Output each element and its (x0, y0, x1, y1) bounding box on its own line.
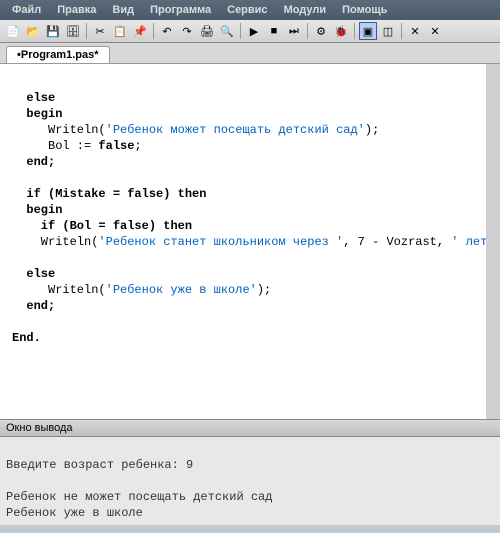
code-line: begin (12, 107, 62, 121)
output-panel: Введите возраст ребенка: 9 Ребенок не мо… (0, 437, 500, 525)
paste-icon[interactable]: 📌 (131, 22, 149, 40)
code-line: if (Mistake = false) then (12, 187, 206, 201)
run-icon[interactable]: ▶ (245, 22, 263, 40)
menu-edit[interactable]: Правка (49, 2, 104, 18)
code-line: Writeln('Ребенок может посещать детский … (12, 123, 379, 137)
step-icon[interactable]: ⏭ (285, 22, 303, 40)
separator (354, 23, 355, 39)
save-all-icon[interactable]: 🗄 (64, 22, 82, 40)
separator (307, 23, 308, 39)
menu-file[interactable]: Файл (4, 2, 49, 18)
new-file-icon[interactable]: 📄 (4, 22, 22, 40)
code-line: else (12, 91, 55, 105)
output-line: Ребенок уже в школе (6, 506, 143, 520)
code-line: end; (12, 155, 55, 169)
menu-view[interactable]: Вид (104, 2, 142, 18)
copy-icon[interactable]: 📋 (111, 22, 129, 40)
panel-icon[interactable]: ◫ (379, 22, 397, 40)
find-icon[interactable]: 🔍 (218, 22, 236, 40)
code-line: begin (12, 203, 62, 217)
open-file-icon[interactable]: 📂 (24, 22, 42, 40)
menu-service[interactable]: Сервис (219, 2, 275, 18)
code-line: Writeln('Ребенок уже в школе'); (12, 283, 271, 297)
code-line: else (12, 267, 55, 281)
toolbar: 📄 📂 💾 🗄 ✂ 📋 📌 ↶ ↷ 🖨 🔍 ▶ ■ ⏭ ⚙ 🐞 ▣ ◫ ✕ ✕ (0, 20, 500, 43)
code-editor[interactable]: else begin Writeln('Ребенок может посеща… (0, 64, 500, 419)
undo-icon[interactable]: ↶ (158, 22, 176, 40)
menu-modules[interactable]: Модули (276, 2, 335, 18)
code-line: end; (12, 299, 55, 313)
output-panel-title: Окно вывода (0, 419, 500, 437)
close2-icon[interactable]: ✕ (426, 22, 444, 40)
output-line: Введите возраст ребенка: 9 (6, 458, 193, 472)
menu-help[interactable]: Помощь (334, 2, 395, 18)
code-line: Bol := false; (12, 139, 142, 153)
print-icon[interactable]: 🖨 (198, 22, 216, 40)
debug-icon[interactable]: 🐞 (332, 22, 350, 40)
tab-bar: •Program1.pas* (0, 43, 500, 64)
window-icon[interactable]: ▣ (359, 22, 377, 40)
stop-icon[interactable]: ■ (265, 22, 283, 40)
code-line: Writeln('Ребенок станет школьником через… (12, 235, 500, 249)
close1-icon[interactable]: ✕ (406, 22, 424, 40)
menu-program[interactable]: Программа (142, 2, 219, 18)
menu-bar: Файл Правка Вид Программа Сервис Модули … (0, 0, 500, 20)
redo-icon[interactable]: ↷ (178, 22, 196, 40)
code-line: End. (12, 331, 41, 345)
separator (240, 23, 241, 39)
cut-icon[interactable]: ✂ (91, 22, 109, 40)
separator (401, 23, 402, 39)
separator (86, 23, 87, 39)
save-file-icon[interactable]: 💾 (44, 22, 62, 40)
output-line: Ребенок не может посещать детский сад (6, 490, 272, 504)
separator (153, 23, 154, 39)
compile-icon[interactable]: ⚙ (312, 22, 330, 40)
tab-program1[interactable]: •Program1.pas* (6, 46, 110, 63)
code-line: if (Bol = false) then (12, 219, 192, 233)
